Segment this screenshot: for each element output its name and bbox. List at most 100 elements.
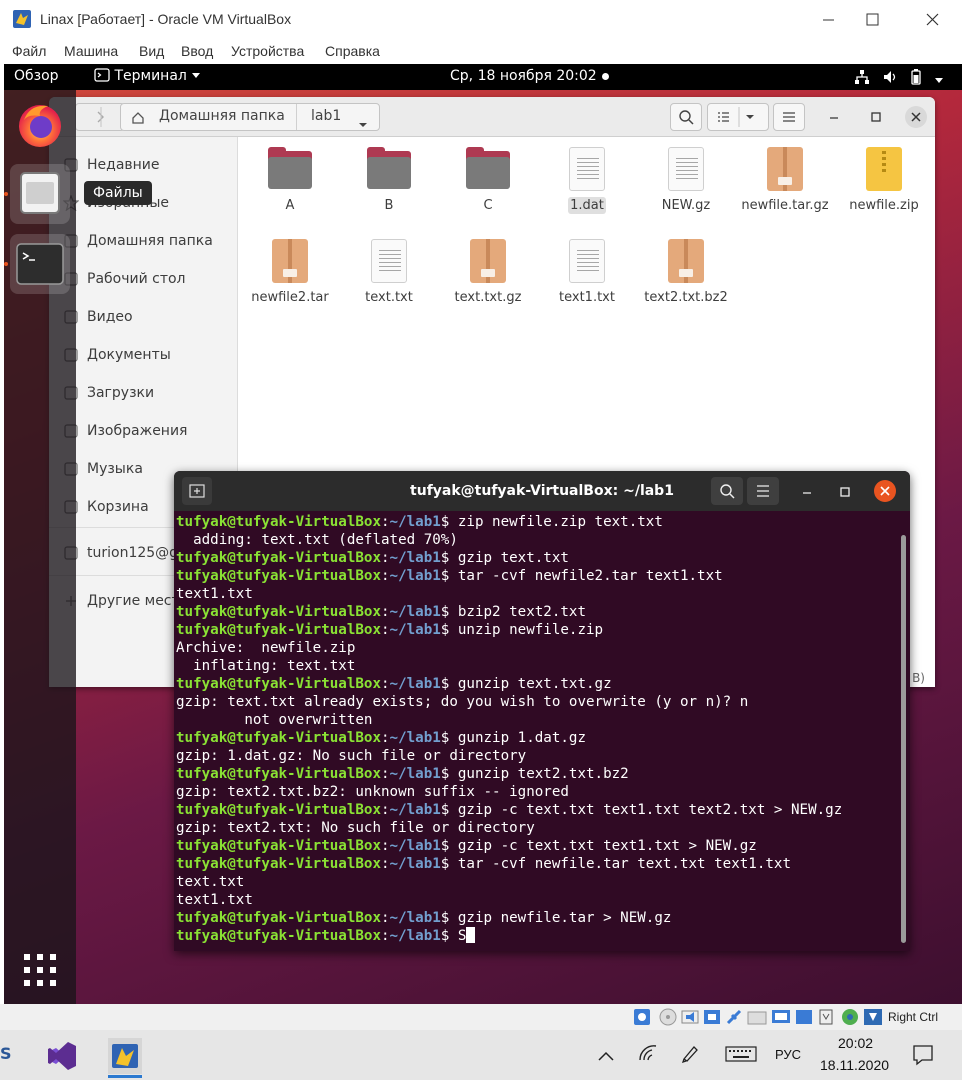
prompt-user: tufyak@tufyak-VirtualBox (176, 856, 381, 872)
menu-input[interactable]: Ввод (181, 43, 213, 59)
language-indicator[interactable]: РУС (775, 1047, 801, 1062)
sidebar-item[interactable]: Изображения (49, 413, 238, 449)
menu-help[interactable]: Справка (325, 43, 380, 59)
terminal-small-icon (94, 68, 110, 82)
file-item[interactable]: newfile2.tar (242, 237, 338, 306)
sidebar-item[interactable]: Недавние (49, 147, 238, 183)
taskbar-visual-studio[interactable] (46, 1040, 78, 1076)
file-item[interactable]: B (341, 145, 437, 214)
network-adapter-icon (704, 1010, 720, 1024)
prompt-colon: : (381, 910, 390, 926)
terminal-output[interactable]: tufyak@tufyak-VirtualBox:~/lab1$ zip new… (176, 513, 896, 949)
minimize-button[interactable] (806, 6, 850, 34)
battery-icon[interactable] (910, 69, 922, 89)
file-item[interactable]: text.txt.gz (440, 237, 536, 306)
close-button[interactable] (910, 6, 954, 34)
menu-devices[interactable]: Устройства (231, 43, 304, 59)
terminal-window: tufyak@tufyak-VirtualBox: ~/lab1 tufyak@… (174, 471, 910, 951)
dock-files[interactable] (10, 164, 70, 224)
file-name: C (483, 198, 493, 213)
hamburger-icon (757, 485, 769, 497)
text-file-icon (365, 237, 413, 285)
file-item[interactable]: C (440, 145, 536, 214)
path-home-segment[interactable]: Домашняя папка (159, 108, 285, 124)
menu-machine[interactable]: Машина (64, 43, 118, 59)
taskbar-time[interactable]: 20:02 (838, 1035, 873, 1051)
chevron-down-icon[interactable] (358, 114, 368, 133)
terminal-line: tufyak@tufyak-VirtualBox:~/lab1$ S (176, 927, 896, 945)
search-button[interactable] (670, 103, 702, 131)
terminal-line: tufyak@tufyak-VirtualBox:~/lab1$ unzip n… (176, 621, 896, 639)
prompt-dollar: $ (440, 910, 458, 926)
sidebar-item[interactable]: Рабочий стол (49, 261, 238, 297)
view-options-button[interactable] (707, 103, 769, 131)
sidebar-item[interactable]: Документы (49, 337, 238, 373)
dock-terminal[interactable] (10, 234, 70, 294)
files-maximize-button[interactable] (869, 109, 883, 128)
terminal-line: gzip: text2.txt.bz2: unknown suffix -- i… (176, 784, 569, 800)
show-applications-button[interactable] (24, 954, 56, 986)
activities-button[interactable]: Обзор (14, 68, 59, 84)
prompt-dollar: $ (440, 730, 458, 746)
path-lab1-segment[interactable]: lab1 (311, 108, 341, 124)
files-minimize-button[interactable] (827, 109, 841, 128)
terminal-maximize-button[interactable] (838, 484, 852, 503)
prompt-colon: : (381, 514, 390, 530)
menu-file[interactable]: Файл (12, 43, 46, 59)
file-item[interactable]: text.txt (341, 237, 437, 306)
prompt-colon: : (381, 802, 390, 818)
taskbar-virtualbox[interactable] (108, 1038, 142, 1074)
pen-icon[interactable] (680, 1043, 700, 1067)
system-menu-chevron-icon[interactable] (934, 73, 944, 89)
maximize-button[interactable] (850, 6, 894, 34)
dock-firefox[interactable] (14, 98, 66, 150)
chevron-right-icon[interactable] (76, 104, 126, 130)
terminal-scrollbar[interactable] (901, 535, 906, 943)
terminal-search-button[interactable] (711, 477, 743, 505)
wifi-icon[interactable] (638, 1044, 658, 1066)
command-text: S (457, 928, 467, 944)
menu-view[interactable]: Вид (139, 43, 164, 59)
app-grid-icon (24, 954, 56, 986)
terminal-menu-button[interactable] (747, 477, 779, 505)
hamburger-menu-button[interactable] (773, 103, 805, 131)
virtualbox-icon (112, 1044, 138, 1068)
volume-icon[interactable] (882, 69, 898, 89)
sidebar-item-label: Загрузки (87, 385, 155, 401)
terminal-close-button[interactable] (874, 480, 896, 502)
sidebar-item[interactable]: Домашняя папка (49, 223, 238, 259)
file-item[interactable]: A (242, 145, 338, 214)
file-item[interactable]: newfile.tar.gz (737, 145, 833, 214)
vbox-menubar: Файл Машина Вид Ввод Устройства Справка (0, 40, 962, 64)
file-item[interactable]: NEW.gz (638, 145, 734, 214)
home-icon[interactable] (131, 110, 145, 129)
files-folder-icon (20, 172, 60, 214)
file-item[interactable]: text1.txt (539, 237, 635, 306)
file-item[interactable]: 1.dat (539, 145, 635, 214)
text-file-icon (563, 237, 611, 285)
terminal-app-menu[interactable]: Терминал (94, 68, 201, 84)
terminal-minimize-button[interactable] (800, 484, 814, 503)
app-menu-label: Терминал (114, 68, 187, 84)
notifications-icon[interactable] (912, 1044, 934, 1070)
prompt-user: tufyak@tufyak-VirtualBox (176, 514, 381, 530)
prompt-colon: : (381, 568, 390, 584)
clock[interactable]: Ср, 18 ноября 20:02 (450, 68, 597, 84)
network-icon[interactable] (854, 69, 870, 89)
statusbar-fragment: B) (912, 671, 925, 685)
touch-keyboard-icon[interactable] (725, 1046, 757, 1066)
taskbar-date[interactable]: 18.11.2020 (820, 1057, 889, 1073)
prompt-colon: : (381, 928, 390, 944)
sidebar-item[interactable]: Загрузки (49, 375, 238, 411)
terminal-line: tufyak@tufyak-VirtualBox:~/lab1$ gzip -c… (176, 837, 896, 855)
files-close-button[interactable] (905, 106, 927, 128)
tray-overflow-chevron-icon[interactable] (597, 1047, 615, 1066)
path-bar: Домашняя папка lab1 (120, 103, 380, 131)
file-item[interactable]: newfile.zip (836, 145, 932, 214)
taskbar-app-fragment[interactable]: S (0, 1044, 12, 1063)
file-item[interactable]: text2.txt.bz2 (638, 237, 734, 306)
prompt-path: ~/lab1 (389, 928, 441, 944)
sidebar-item[interactable]: Видео (49, 299, 238, 335)
text-file-icon (662, 145, 710, 193)
hamburger-icon (783, 112, 795, 122)
